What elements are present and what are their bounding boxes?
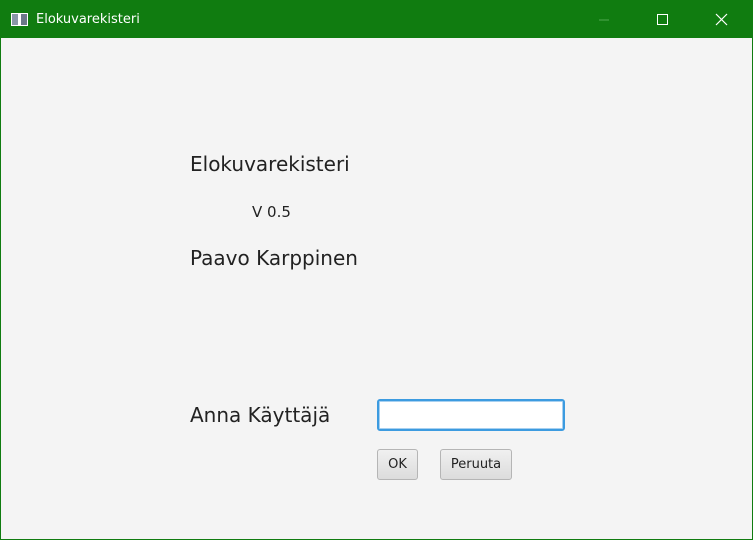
- maximize-button[interactable]: [639, 1, 685, 38]
- app-window: Elokuvarekisteri Elokuvarekisteri V 0.5 …: [0, 0, 753, 540]
- minimize-button[interactable]: [581, 1, 627, 38]
- title-bar[interactable]: Elokuvarekisteri: [1, 1, 752, 38]
- window-title: Elokuvarekisteri: [36, 12, 140, 27]
- ok-button[interactable]: OK: [377, 449, 418, 480]
- user-field-label: Anna Käyttäjä: [190, 403, 331, 427]
- app-name-label: Elokuvarekisteri: [190, 152, 350, 176]
- dialog-content: Elokuvarekisteri V 0.5 Paavo Karppinen A…: [1, 38, 752, 540]
- minimize-icon: [599, 19, 609, 21]
- author-label: Paavo Karppinen: [190, 246, 358, 270]
- app-icon: [11, 13, 28, 26]
- user-input[interactable]: [377, 399, 565, 431]
- maximize-icon: [657, 14, 668, 25]
- cancel-button[interactable]: Peruuta: [440, 449, 512, 480]
- close-button[interactable]: [698, 1, 744, 38]
- close-icon: [715, 13, 728, 26]
- version-label: V 0.5: [252, 203, 291, 221]
